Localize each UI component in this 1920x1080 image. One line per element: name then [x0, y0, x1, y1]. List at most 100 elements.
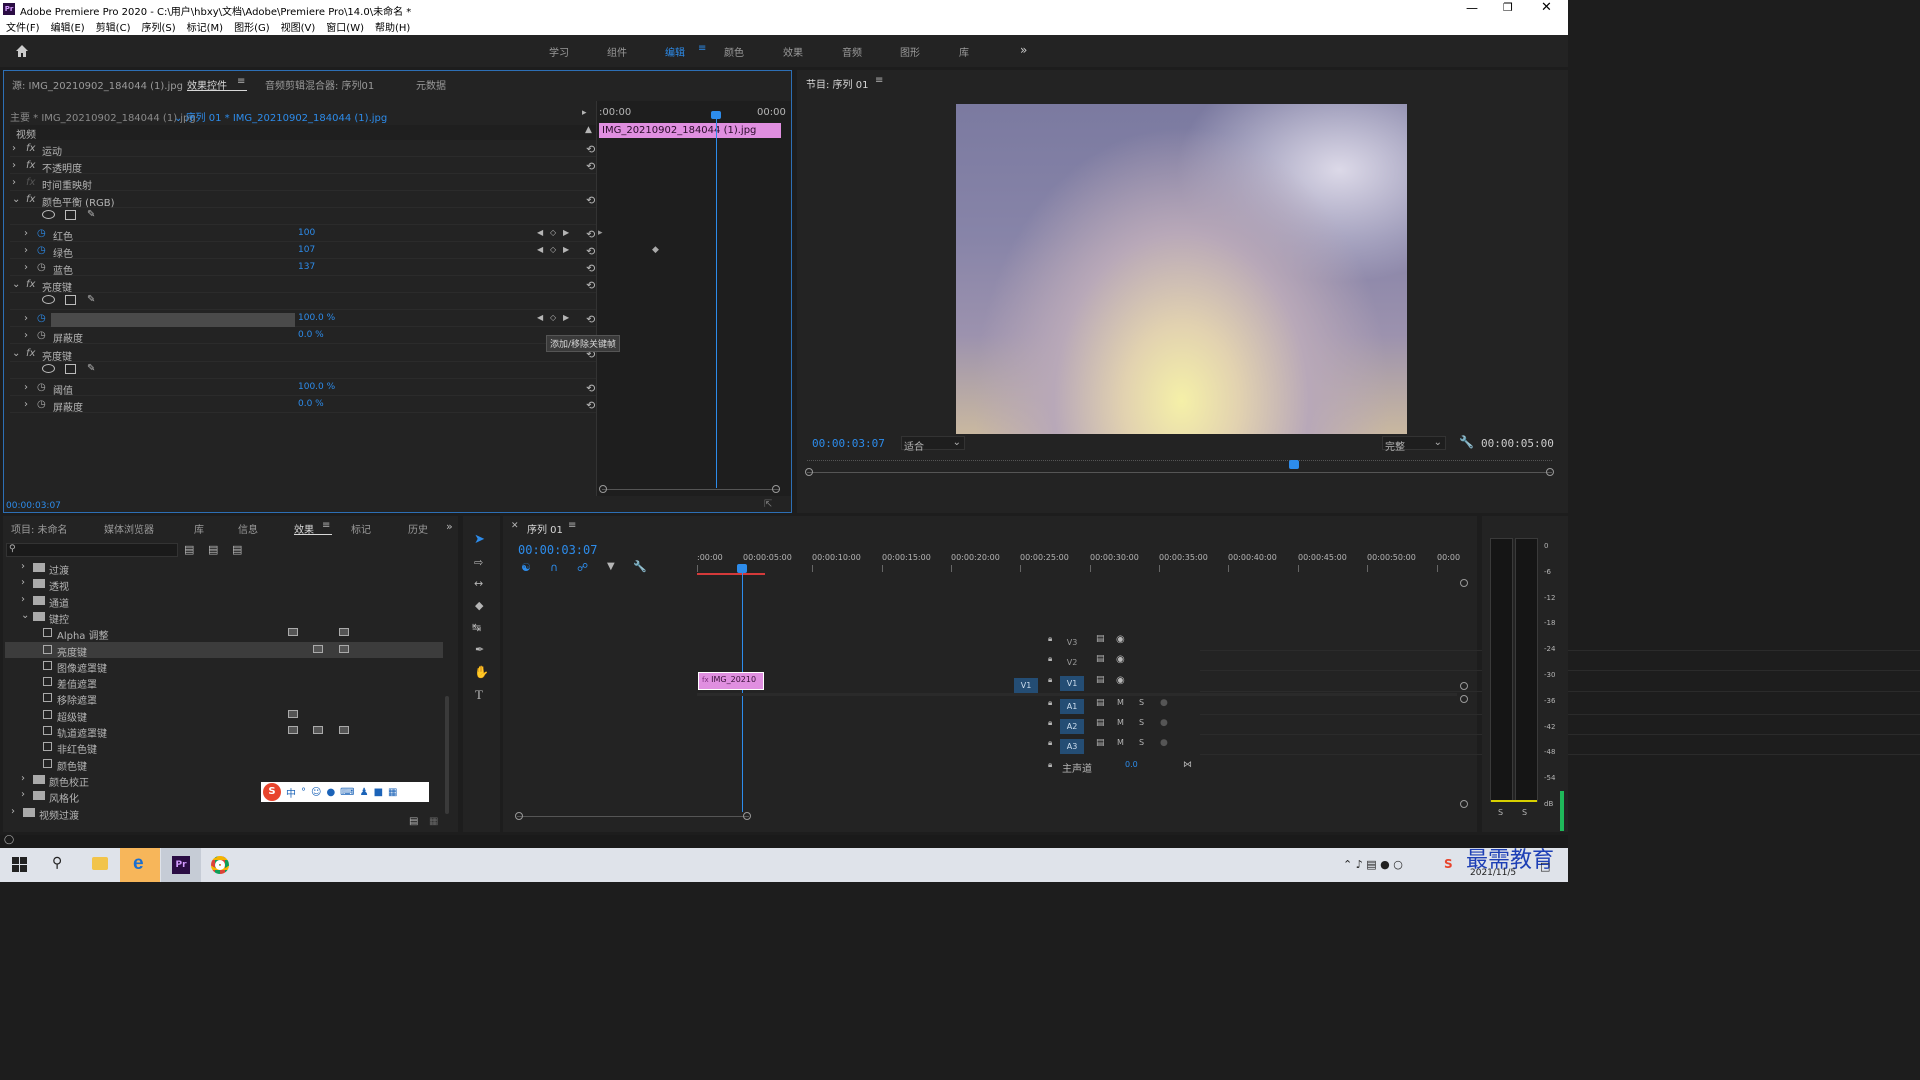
- close-button[interactable]: ✕: [1541, 0, 1552, 15]
- folder-item[interactable]: › 过渡: [5, 560, 443, 577]
- folder-item[interactable]: › 通道: [5, 593, 443, 610]
- chevron-right-icon[interactable]: ›: [24, 399, 28, 410]
- pen-mask-icon[interactable]: ✎: [87, 363, 95, 374]
- menu-item[interactable]: 标记(M): [187, 19, 223, 34]
- effect-clip-bar[interactable]: IMG_20210902_184044 (1).jpg: [599, 123, 781, 138]
- program-ruler[interactable]: [805, 456, 1554, 478]
- windows-start-icon[interactable]: [12, 857, 27, 872]
- workspace-tab[interactable]: 学习: [549, 44, 569, 59]
- chevron-right-icon[interactable]: ›: [21, 561, 25, 572]
- timeline-clip[interactable]: fx IMG_20210: [698, 672, 764, 690]
- effect-row[interactable]: › fx 时间重映射: [10, 174, 598, 192]
- effect-item[interactable]: 差值遮罩: [5, 674, 443, 691]
- menu-item[interactable]: 文件(F): [6, 19, 40, 34]
- zoom-scrollbar[interactable]: [602, 489, 780, 490]
- effects-search-input[interactable]: ⚲: [6, 543, 178, 557]
- linked-selection-icon[interactable]: ☍: [577, 561, 588, 574]
- effect-row[interactable]: › fx 运动 ⟲: [10, 140, 598, 158]
- chevron-right-icon[interactable]: ›: [24, 382, 28, 393]
- play-only-audio-icon[interactable]: ▸: [582, 108, 587, 118]
- fx-icon[interactable]: fx: [26, 143, 35, 154]
- delete-icon[interactable]: ▦: [429, 816, 438, 827]
- premiere-taskbar-icon[interactable]: Pr: [161, 848, 201, 882]
- reset-icon[interactable]: ⟲: [586, 245, 595, 258]
- workspace-tab[interactable]: 组件: [607, 44, 627, 59]
- sogou-tray-icon[interactable]: S: [1444, 857, 1453, 871]
- new-bin-icon[interactable]: ▤: [409, 816, 418, 827]
- fit-dropdown[interactable]: 适合 ⌄: [901, 436, 965, 453]
- effect-item[interactable]: 超级键: [5, 707, 443, 724]
- fx-icon[interactable]: fx: [26, 160, 35, 171]
- solo-button[interactable]: S: [1139, 698, 1144, 707]
- fx-icon[interactable]: fx: [26, 279, 35, 290]
- mute-button[interactable]: M: [1117, 698, 1124, 707]
- rectangle-mask-icon[interactable]: [65, 364, 76, 374]
- property-value[interactable]: 0.0 %: [298, 330, 324, 340]
- rectangle-mask-icon[interactable]: [65, 295, 76, 305]
- more-workspaces-icon[interactable]: »: [1020, 43, 1027, 57]
- effect-item[interactable]: 颜色键: [5, 756, 443, 773]
- panel-tab[interactable]: 标记: [351, 521, 371, 536]
- sync-lock-icon[interactable]: ▤: [1096, 675, 1105, 685]
- work-area-bar[interactable]: [697, 573, 765, 575]
- panel-tab[interactable]: 元数据: [416, 77, 446, 92]
- vertical-scroll-a2[interactable]: [1460, 800, 1468, 808]
- export-frame-icon[interactable]: ⇱: [764, 499, 772, 510]
- next-keyframe-icon[interactable]: ▶: [563, 245, 569, 254]
- time-ruler[interactable]: :00:00 00:00:05:00 00:00:10:00 00:00:15:00 0…: [697, 550, 1460, 578]
- effect-timecode[interactable]: 00:00:03:07: [6, 501, 61, 511]
- maximize-button[interactable]: ❐: [1503, 1, 1513, 14]
- close-tab-icon[interactable]: ✕: [511, 521, 519, 531]
- chevron-right-icon[interactable]: ›: [21, 594, 25, 605]
- reset-icon[interactable]: ⟲: [586, 279, 595, 292]
- scroll-handle-right[interactable]: [743, 812, 751, 820]
- razor-tool-icon[interactable]: ◆: [475, 599, 483, 612]
- panel-tab[interactable]: 媒体浏览器: [104, 521, 154, 536]
- folder-item[interactable]: ⌄ 键控: [5, 609, 443, 626]
- effect-item[interactable]: 图像遮罩键: [5, 658, 443, 675]
- tab-menu-icon[interactable]: ≡: [237, 76, 245, 87]
- property-value[interactable]: 0.0 %: [298, 399, 324, 409]
- collapse-icon[interactable]: ▲: [585, 125, 592, 135]
- pen-mask-icon[interactable]: ✎: [87, 294, 95, 305]
- keyframe-toggle-icon[interactable]: ◇: [550, 245, 556, 254]
- property-row[interactable]: › ◷ 红色 100 ◀ ◇ ▶ ⟲: [10, 225, 598, 243]
- panel-tab[interactable]: 历史: [408, 521, 428, 536]
- fx-icon[interactable]: fx: [26, 348, 35, 359]
- track-select-tool-icon[interactable]: ⇨: [474, 556, 483, 569]
- vertical-scroll-v2[interactable]: [1460, 682, 1468, 690]
- lock-icon[interactable]: 🔒︎: [1048, 634, 1052, 644]
- panel-tab[interactable]: 库: [194, 521, 204, 536]
- eye-icon[interactable]: ◉: [1116, 634, 1125, 645]
- 32bit-effects-icon[interactable]: ▤: [208, 543, 218, 556]
- sync-lock-icon[interactable]: ▤: [1096, 718, 1105, 728]
- selection-tool-icon[interactable]: ➤: [474, 532, 485, 547]
- effect-item[interactable]: 轨道遮罩键: [5, 723, 443, 740]
- stopwatch-icon[interactable]: ◷: [37, 245, 46, 256]
- effect-row[interactable]: ⌄ fx 颜色平衡 (RGB) ⟲: [10, 191, 598, 209]
- chevron-right-icon[interactable]: ›: [24, 330, 28, 341]
- file-explorer-icon[interactable]: [92, 857, 108, 870]
- go-to-edit-icon[interactable]: ⋈: [1183, 760, 1192, 770]
- chevron-down-icon[interactable]: ⌄: [21, 610, 29, 621]
- timeline-playhead[interactable]: [742, 572, 743, 812]
- search-icon[interactable]: ⚲: [52, 855, 62, 871]
- vertical-scroll-v[interactable]: [1460, 579, 1468, 587]
- menu-item[interactable]: 编辑(E): [51, 19, 85, 34]
- workspace-tab[interactable]: 颜色: [724, 44, 744, 59]
- chevron-right-icon[interactable]: ›: [21, 789, 25, 800]
- next-keyframe-icon[interactable]: ▶: [563, 228, 569, 237]
- property-value[interactable]: 137: [298, 262, 315, 272]
- tray-icons[interactable]: ⌃ ♪ ▤ ● ○: [1343, 858, 1403, 871]
- scroll-handle-left[interactable]: [805, 468, 813, 476]
- chevron-right-icon[interactable]: ›: [24, 313, 28, 324]
- eye-icon[interactable]: ◉: [1116, 675, 1125, 686]
- sync-lock-icon[interactable]: ▤: [1096, 738, 1105, 748]
- timeline-timecode[interactable]: 00:00:03:07: [518, 543, 597, 557]
- folder-item[interactable]: › 透视: [5, 576, 443, 593]
- scroll-handle-right[interactable]: [1546, 468, 1554, 476]
- hand-tool-icon[interactable]: ✋: [474, 665, 489, 679]
- keyframe-icon[interactable]: ◆: [652, 245, 659, 255]
- workspace-menu-icon[interactable]: ≡: [698, 43, 706, 54]
- pen-mask-icon[interactable]: ✎: [87, 209, 95, 220]
